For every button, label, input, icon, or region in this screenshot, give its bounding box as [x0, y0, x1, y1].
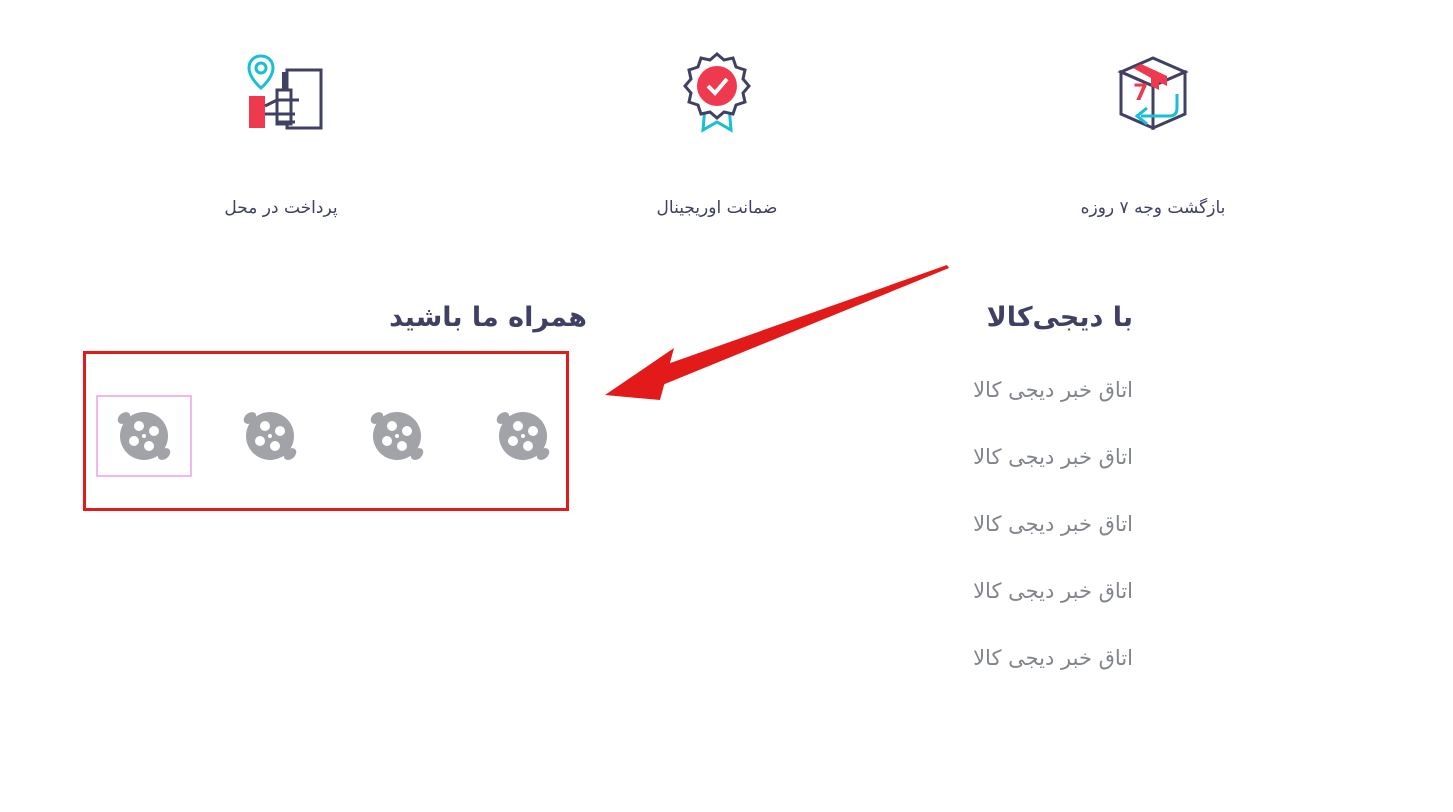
original-badge-icon	[683, 52, 751, 133]
with-digikala-title: با دیجی‌کالا	[986, 302, 1133, 333]
social-link-aparat[interactable]	[222, 395, 318, 477]
feature-return-label: بازگشت وجه ۷ روزه	[1080, 198, 1226, 218]
aparat-icon	[243, 412, 297, 460]
social-link-aparat[interactable]	[475, 395, 571, 477]
return-days-number: 7	[1133, 81, 1148, 106]
pay-on-delivery-icon	[247, 54, 323, 130]
aparat-icon	[496, 412, 550, 460]
link-newsroom[interactable]: اتاق خبر دیجی کالا	[973, 372, 1133, 439]
feature-return: 7 بازگشت وجه ۷ روزه	[1003, 50, 1303, 218]
social-link-aparat-focused[interactable]	[96, 395, 192, 477]
link-newsroom[interactable]: اتاق خبر دیجی کالا	[973, 640, 1133, 707]
aparat-icon	[370, 412, 424, 460]
return-box-icon: 7	[1117, 56, 1189, 131]
follow-us-title: همراه ما باشید	[389, 302, 587, 333]
feature-original: ضمانت اوریجینال	[567, 50, 867, 218]
feature-cod-label: پرداخت در محل	[224, 198, 338, 218]
link-newsroom[interactable]: اتاق خبر دیجی کالا	[973, 506, 1133, 573]
aparat-icon	[117, 412, 171, 460]
link-newsroom[interactable]: اتاق خبر دیجی کالا	[973, 573, 1133, 640]
feature-original-label: ضمانت اوریجینال	[656, 198, 778, 218]
with-digikala-links: اتاق خبر دیجی کالا اتاق خبر دیجی کالا ات…	[973, 372, 1133, 707]
feature-cod: پرداخت در محل	[131, 50, 431, 218]
link-newsroom[interactable]: اتاق خبر دیجی کالا	[973, 439, 1133, 506]
social-link-aparat[interactable]	[349, 395, 445, 477]
